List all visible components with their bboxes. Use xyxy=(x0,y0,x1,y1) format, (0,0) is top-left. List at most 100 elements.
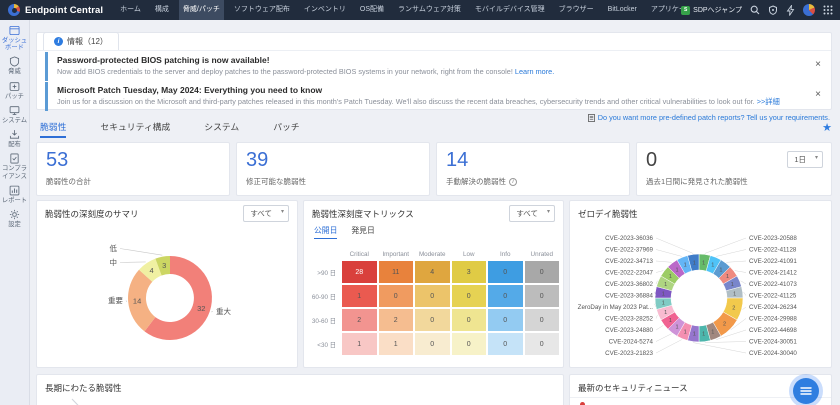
close-icon[interactable]: × xyxy=(815,90,821,100)
heatmap-cell[interactable]: 2 xyxy=(379,309,414,331)
nav-item-10[interactable]: アプリケーションコントロール xyxy=(647,0,681,20)
nav-item-4[interactable]: インベントリ xyxy=(300,0,350,20)
nav-item-3[interactable]: ソフトウェア配布 xyxy=(230,0,294,20)
sidebar-item-label: コンプライアンス xyxy=(2,165,27,179)
stat-card-manual-resolution[interactable]: 14 手動解決の脆弱性 i xyxy=(436,142,630,196)
heatmap-cell[interactable]: 11 xyxy=(379,261,414,283)
svg-text:32: 32 xyxy=(197,304,205,313)
zero-day-donut-chart[interactable]: 1111112211111111111111CVE-2023-20588CVE-… xyxy=(570,217,833,367)
sidebar-item-compliance[interactable]: コンプライアンス xyxy=(0,153,29,179)
stat-value: 14 xyxy=(446,149,468,172)
nav-item-8[interactable]: ブラウザー xyxy=(555,0,598,20)
main-content: i 情報（12） Password-protected BIOS patchin… xyxy=(30,20,840,405)
alert-icon[interactable] xyxy=(767,5,778,16)
stat-card-total-vulnerabilities[interactable]: 53 脆弱性の合計 xyxy=(36,142,230,196)
nav-item-5[interactable]: OS配備 xyxy=(356,0,388,20)
apps-grid-icon[interactable] xyxy=(822,5,833,16)
nav-item-7[interactable]: モバイルデバイス管理 xyxy=(471,0,549,20)
heatmap-cell[interactable]: 1 xyxy=(342,333,377,355)
nav-item-9[interactable]: BitLocker xyxy=(604,0,641,20)
nav-item-2[interactable]: 脅威/パッチ xyxy=(179,0,224,20)
sidebar-item-report[interactable]: レポート xyxy=(0,185,29,204)
sidebar-item-dashboard[interactable]: ダッシュボード xyxy=(0,25,29,51)
period-dropdown[interactable]: 1日 ▾ xyxy=(787,151,823,168)
matrix-filter-dropdown[interactable]: すべて ▾ xyxy=(509,205,555,222)
heatmap-cell[interactable]: 0 xyxy=(452,333,487,355)
sidebar-item-threat[interactable]: 脅威 xyxy=(0,56,29,75)
svg-text:低: 低 xyxy=(110,243,118,253)
notification-link[interactable]: Learn more. xyxy=(515,67,554,76)
severity-donut-chart[interactable]: 321443重大重要中低 xyxy=(37,217,299,367)
panel-title: 脆弱性深刻度マトリックス xyxy=(312,208,414,220)
heatmap-cell[interactable]: 1 xyxy=(379,333,414,355)
heatmap-column-header: Moderate xyxy=(415,251,450,259)
heatmap-cell[interactable]: 0 xyxy=(415,333,450,355)
topbar-right: S SDPへジャンプ xyxy=(681,4,833,16)
support-fab-button[interactable] xyxy=(793,378,819,404)
info-tooltip-icon[interactable]: i xyxy=(509,178,517,186)
tab-0[interactable]: 脆弱性 xyxy=(40,120,66,138)
stat-value: 0 xyxy=(646,149,657,172)
heatmap-cell[interactable]: 0 xyxy=(525,309,560,331)
svg-text:CVE-2022-41125: CVE-2022-41125 xyxy=(749,293,797,300)
svg-text:CVE-2023-36884: CVE-2023-36884 xyxy=(605,293,653,300)
svg-text:CVE-2022-34713: CVE-2022-34713 xyxy=(605,258,653,265)
heatmap-cell[interactable]: 0 xyxy=(415,309,450,331)
stat-label: 修正可能な脆弱性 xyxy=(246,176,306,187)
stat-label: 脆弱性の合計 xyxy=(46,176,91,187)
stat-card-fixable-vulnerabilities[interactable]: 39 修正可能な脆弱性 xyxy=(236,142,430,196)
heatmap-cell[interactable]: 0 xyxy=(488,309,523,331)
heatmap-row-label: >90 日 xyxy=(307,268,340,277)
long-standing-vulnerabilities-panel: 長期にわたる脆弱性 xyxy=(36,374,564,405)
sidebar-item-patch[interactable]: パッチ xyxy=(0,81,29,100)
heatmap-cell[interactable]: 0 xyxy=(525,261,560,283)
heatmap-cell[interactable]: 0 xyxy=(525,285,560,307)
nav-item-1[interactable]: 構成 xyxy=(151,0,173,20)
flash-icon[interactable] xyxy=(785,5,796,16)
heatmap-cell[interactable]: 4 xyxy=(415,261,450,283)
sidebar-item-label: レポート xyxy=(2,197,27,204)
notification-link[interactable]: >>詳細 xyxy=(757,97,780,106)
endpoint-central-logo-icon xyxy=(8,4,20,16)
sidebar-item-system[interactable]: システム xyxy=(0,105,29,124)
heatmap-cell[interactable]: 1 xyxy=(342,285,377,307)
zero-day-panel: ゼロデイ脆弱性 1111112211111111111111CVE-2023-2… xyxy=(569,200,832,368)
menu-lines-icon xyxy=(800,386,812,396)
stat-card-discovered-last-day[interactable]: 0 1日 ▾ 過去1日間に発見された脆弱性 xyxy=(636,142,832,196)
tab-3[interactable]: パッチ xyxy=(273,120,299,138)
user-avatar[interactable] xyxy=(803,4,815,16)
matrix-tab-release-date[interactable]: 公開日 xyxy=(314,225,337,239)
sdp-jump-button[interactable]: S SDPへジャンプ xyxy=(681,5,742,15)
svg-text:1: 1 xyxy=(711,329,714,335)
nav-item-0[interactable]: ホーム xyxy=(116,0,145,20)
info-tab-label: 情報（12） xyxy=(67,36,108,47)
heatmap-cell[interactable]: 0 xyxy=(415,285,450,307)
heatmap-cell[interactable]: 0 xyxy=(452,285,487,307)
nav-item-6[interactable]: ランサムウェア対策 xyxy=(394,0,465,20)
sidebar-item-deploy[interactable]: 配布 xyxy=(0,129,29,148)
heatmap-cell[interactable]: 0 xyxy=(379,285,414,307)
system-icon xyxy=(9,105,20,116)
heatmap-cell[interactable]: 3 xyxy=(452,261,487,283)
svg-text:1: 1 xyxy=(664,282,667,288)
star-icon[interactable]: ★ xyxy=(822,123,832,134)
heatmap-cell[interactable]: 0 xyxy=(452,309,487,331)
heatmap-cell[interactable]: 0 xyxy=(525,333,560,355)
tab-2[interactable]: システム xyxy=(204,120,239,138)
heatmap-cell[interactable]: 0 xyxy=(488,285,523,307)
heatmap-row-label: 30-60 日 xyxy=(307,316,340,325)
search-icon[interactable] xyxy=(749,5,760,16)
close-icon[interactable]: × xyxy=(815,60,821,70)
compliance-icon xyxy=(9,153,20,164)
heatmap-cell[interactable]: 0 xyxy=(488,333,523,355)
heatmap-cell[interactable]: 2 xyxy=(342,309,377,331)
info-tab[interactable]: i 情報（12） xyxy=(43,32,119,50)
heatmap-cell[interactable]: 0 xyxy=(488,261,523,283)
sidebar-item-settings[interactable]: 設定 xyxy=(0,209,29,228)
tab-1[interactable]: セキュリティ構成 xyxy=(100,120,170,138)
matrix-filter-value: すべて xyxy=(516,209,538,218)
reports-prompt[interactable]: Do you want more pre-defined patch repor… xyxy=(588,113,830,122)
matrix-tab-discovery-date[interactable]: 発見日 xyxy=(351,225,374,239)
heatmap-cell[interactable]: 28 xyxy=(342,261,377,283)
brand-name: Endpoint Central xyxy=(25,5,103,16)
